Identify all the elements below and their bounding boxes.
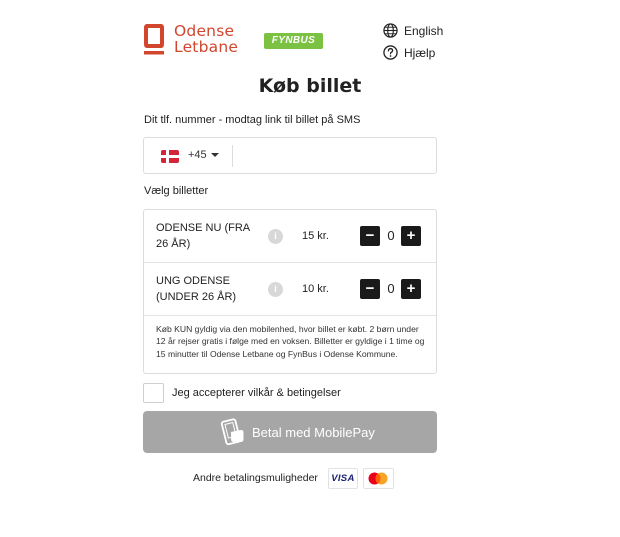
- country-code-dropdown[interactable]: +45: [188, 149, 219, 161]
- info-icon[interactable]: i: [268, 282, 283, 297]
- ticket-description: Køb KUN gyldig via den mobilenhed, hvor …: [156, 324, 425, 359]
- other-payment-options: Andre betalingsmuligheder VISA: [193, 467, 394, 489]
- mobilepay-button-label: Betal med MobilePay: [252, 425, 375, 440]
- ticket-name: UNG ODENSE (UNDER 26 ÅR): [156, 275, 237, 303]
- ticket-section-label: Vælg billetter: [144, 185, 209, 197]
- brand-name: Odense Letbane: [174, 23, 238, 55]
- mobilepay-button[interactable]: Betal med MobilePay: [143, 411, 437, 453]
- ticket-price: 15 kr.: [302, 230, 329, 242]
- globe-icon: [383, 23, 398, 38]
- terms-text: Jeg accepterer vilkår & betingelser: [172, 387, 341, 399]
- terms-prefix: Jeg accepterer: [172, 387, 248, 399]
- denmark-flag-icon[interactable]: [161, 150, 179, 163]
- terms-link[interactable]: vilkår & betingelser: [248, 387, 341, 399]
- ticket-row-ung-odense: UNG ODENSE (UNDER 26 ÅR) i 10 kr. − 0 +: [144, 263, 436, 316]
- ticket-price: 10 kr.: [302, 283, 329, 295]
- brand-line-2: Letbane: [174, 38, 239, 56]
- decrease-quantity-button[interactable]: −: [360, 279, 380, 299]
- header: Odense Letbane FYNBUS English Hjælp: [143, 20, 443, 70]
- ticket-quantity: 0: [387, 228, 395, 243]
- question-circle-icon: [383, 45, 398, 60]
- language-label: English: [404, 23, 444, 38]
- odense-letbane-logo[interactable]: Odense Letbane: [143, 22, 238, 56]
- increase-quantity-button[interactable]: +: [401, 226, 421, 246]
- help-label: Hjælp: [404, 45, 436, 60]
- visa-card-icon[interactable]: VISA: [327, 467, 358, 489]
- decrease-quantity-button[interactable]: −: [360, 226, 380, 246]
- help-link[interactable]: Hjælp: [383, 45, 435, 60]
- terms-acceptance: Jeg accepterer vilkår & betingelser: [143, 383, 437, 403]
- phone-number-input[interactable]: [240, 144, 430, 168]
- brand-line-1: Odense: [174, 22, 235, 40]
- terms-checkbox[interactable]: [143, 383, 164, 403]
- ticket-list: ODENSE NU (FRA 26 ÅR) i 15 kr. − 0 + UNG…: [143, 209, 437, 374]
- ticket-name: ODENSE NU (FRA 26 ÅR): [156, 222, 250, 250]
- increase-quantity-button[interactable]: +: [401, 279, 421, 299]
- mobilepay-icon: [220, 418, 244, 446]
- page-title: Køb billet: [258, 75, 362, 97]
- other-payment-label: Andre betalingsmuligheder: [193, 472, 318, 484]
- mastercard-icon[interactable]: [362, 467, 394, 489]
- caret-down-icon: [210, 153, 219, 158]
- fynbus-logo: FYNBUS: [264, 33, 323, 49]
- ticket-row-odense-nu: ODENSE NU (FRA 26 ÅR) i 15 kr. − 0 +: [144, 210, 436, 263]
- ticket-quantity: 0: [387, 281, 395, 296]
- phone-field: +45: [143, 137, 437, 174]
- letbane-logo-mark-icon: [143, 22, 165, 56]
- info-icon[interactable]: i: [268, 229, 283, 244]
- phone-divider: [232, 145, 233, 167]
- country-code-value: +45: [188, 149, 207, 161]
- phone-field-label: Dit tlf. nummer - modtag link til billet…: [144, 114, 361, 126]
- language-link[interactable]: English: [383, 23, 443, 38]
